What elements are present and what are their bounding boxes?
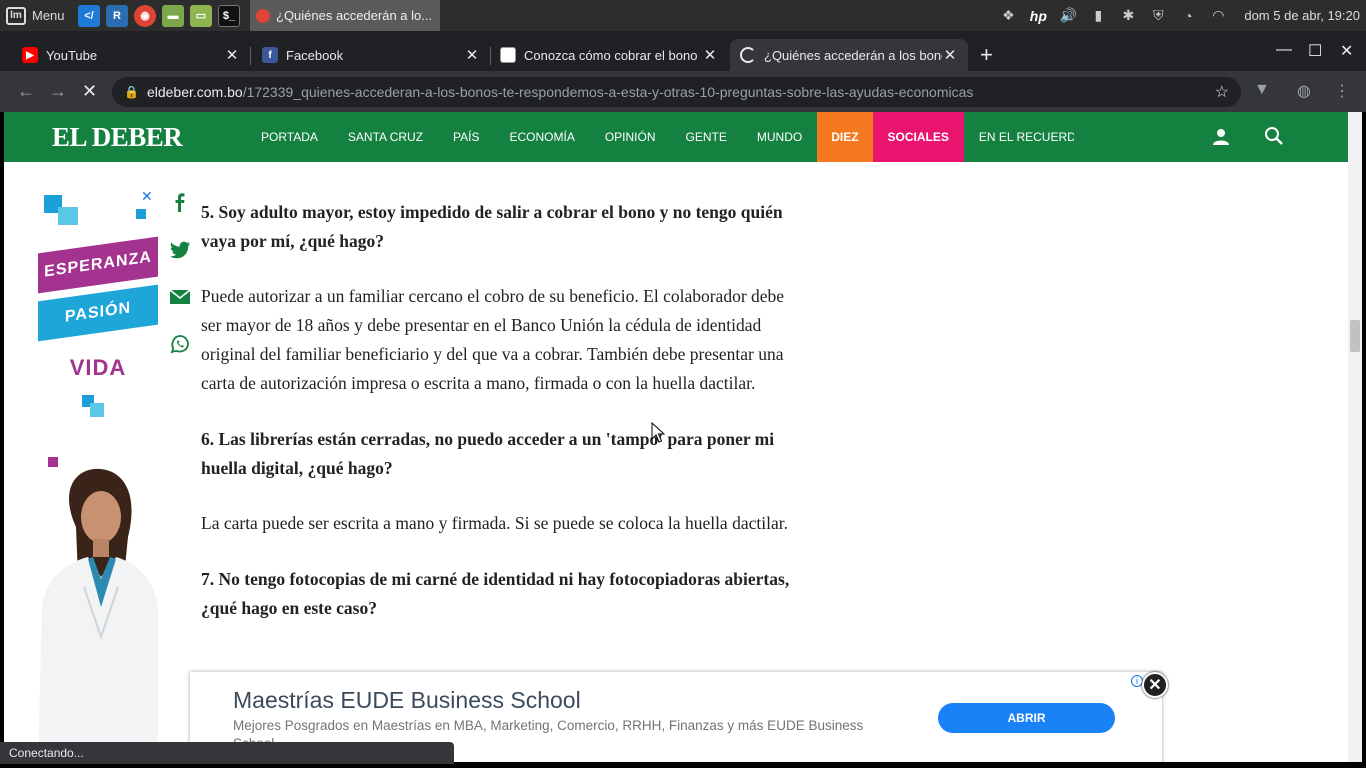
scrollbar-thumb[interactable] — [1350, 320, 1360, 352]
app-launcher-icon[interactable]: R — [106, 4, 128, 27]
ad-decoration — [90, 403, 104, 417]
profile-avatar[interactable]: ◍ — [1297, 81, 1311, 101]
close-tab-icon[interactable]: ✕ — [702, 46, 718, 64]
minimize-button[interactable]: — — [1276, 41, 1292, 59]
taskbar-window-button[interactable]: ¿Quiénes accederán a lo... — [250, 0, 440, 31]
tab-quienes-accederan[interactable]: ¿Quiénes accederán a los bono ✕ — [730, 39, 968, 71]
taskbar-window-title: ¿Quiénes accederán a lo... — [276, 8, 433, 23]
ad-decoration — [58, 207, 78, 225]
youtube-icon: ▶ — [22, 47, 38, 63]
user-icon[interactable] — [1212, 128, 1230, 146]
close-window-button[interactable]: ✕ — [1340, 41, 1353, 61]
ad-word-esperanza: ESPERANZA — [38, 236, 158, 294]
url-path: /172339_quienes-accederan-a-los-bonos-te… — [242, 84, 974, 100]
ad-decoration — [48, 457, 58, 467]
close-tab-icon[interactable]: ✕ — [464, 46, 480, 64]
tab-title: ¿Quiénes accederán a los bono — [764, 47, 942, 63]
answer-5: Puede autorizar a un familiar cercano el… — [201, 286, 785, 393]
vscode-launcher-icon[interactable]: </ — [78, 4, 100, 27]
menu-button[interactable]: lm Menu — [0, 6, 72, 25]
facebook-icon: f — [262, 47, 278, 63]
text-editor-launcher-icon[interactable]: ▬ — [162, 4, 184, 27]
mint-logo-icon: lm — [6, 6, 26, 25]
stop-loading-button[interactable]: ✕ — [82, 81, 97, 102]
maximize-button[interactable]: ☐ — [1308, 41, 1322, 61]
url-domain: eldeber.com.bo — [146, 84, 243, 100]
nav-links: PORTADA SANTA CRUZ PAÍS ECONOMÍA OPINIÓN… — [246, 112, 1074, 162]
forward-button[interactable]: → — [49, 81, 67, 102]
tab-title: Facebook — [286, 47, 344, 63]
clock[interactable]: dom 5 de abr, 19:20 — [1244, 8, 1360, 23]
tab-youtube[interactable]: ▶ YouTube ✕ — [12, 39, 250, 71]
battery-icon[interactable]: ▮ — [1088, 6, 1108, 26]
nav-economia[interactable]: ECONOMÍA — [495, 112, 590, 162]
nav-mundo[interactable]: MUNDO — [742, 112, 817, 162]
facebook-share-icon[interactable] — [168, 190, 192, 214]
tab-strip: ▶ YouTube ✕ f Facebook ✕ Conozca cómo co… — [0, 31, 1366, 71]
chrome-icon — [256, 8, 270, 23]
close-tab-icon[interactable]: ✕ — [942, 46, 958, 64]
browser-toolbar: ← → ✕ 🔒 eldeber.com.bo /172339_quienes-a… — [0, 71, 1366, 112]
ad-decoration — [136, 209, 146, 219]
page-viewport: EL DEBER PORTADA SANTA CRUZ PAÍS ECONOMÍ… — [4, 112, 1348, 762]
mouse-cursor-icon — [651, 422, 665, 443]
ad-doctor-image — [38, 468, 158, 762]
page-scrollbar[interactable] — [1348, 112, 1362, 762]
nav-en-el-recuerdo[interactable]: EN EL RECUERDO — [964, 112, 1074, 162]
nav-gente[interactable]: GENTE — [671, 112, 742, 162]
lock-icon[interactable]: 🔒 — [124, 85, 139, 99]
status-bar: Conectando... — [0, 742, 454, 764]
nav-portada[interactable]: PORTADA — [246, 112, 333, 162]
tab-conozca[interactable]: Conozca cómo cobrar el bono ✕ — [490, 39, 728, 71]
site-nav: EL DEBER PORTADA SANTA CRUZ PAÍS ECONOMÍ… — [4, 112, 1348, 162]
nav-opinion[interactable]: OPINIÓN — [590, 112, 671, 162]
whatsapp-share-icon[interactable] — [168, 332, 192, 356]
question-7: 7. No tengo fotocopias de mi carné de id… — [201, 569, 790, 618]
desktop-panel: lm Menu </ R ◉ ▬ ▭ $_ ¿Quiénes accederán… — [0, 0, 1366, 31]
ad-word-pasion: PASIÓN — [38, 284, 158, 342]
files-launcher-icon[interactable]: ▭ — [190, 4, 212, 27]
ad-close-icon[interactable]: ✕ — [141, 188, 153, 205]
extension-icon[interactable]: ▼ — [1254, 81, 1270, 99]
close-tab-icon[interactable]: ✕ — [224, 46, 240, 64]
chrome-menu-icon[interactable]: ⋮ — [1334, 81, 1350, 101]
answer-6: La carta puede ser escrita a mano y firm… — [201, 513, 788, 533]
volume-icon[interactable]: 🔊 — [1058, 6, 1078, 26]
new-tab-button[interactable]: + — [980, 44, 993, 66]
nav-sociales[interactable]: SOCIALES — [872, 112, 964, 162]
left-ad-banner[interactable]: ESPERANZA PASIÓN VIDA — [38, 187, 158, 762]
chrome-launcher-icon[interactable]: ◉ — [134, 4, 156, 27]
ad-title[interactable]: Maestrías EUDE Business School — [233, 687, 581, 714]
ad-open-button[interactable]: ABRIR — [938, 703, 1115, 733]
bookmark-star-icon[interactable]: ☆ — [1215, 82, 1229, 102]
nav-pais[interactable]: PAÍS — [438, 112, 494, 162]
update-clock-icon[interactable]: ◔ — [1178, 6, 1198, 26]
tab-facebook[interactable]: f Facebook ✕ — [252, 39, 490, 71]
email-share-icon[interactable] — [168, 285, 192, 309]
loading-icon — [740, 47, 756, 63]
menu-label: Menu — [32, 8, 65, 23]
wifi-icon[interactable]: ◠ — [1208, 6, 1228, 26]
terminal-launcher-icon[interactable]: $_ — [218, 4, 240, 27]
article-body: 5. Soy adulto mayor, estoy impedido de s… — [201, 198, 801, 649]
tab-title: YouTube — [46, 47, 98, 63]
twitter-share-icon[interactable] — [168, 238, 192, 262]
shield-icon[interactable]: ⛨ — [1148, 6, 1168, 26]
back-button[interactable]: ← — [17, 81, 35, 102]
search-icon[interactable] — [1264, 126, 1284, 146]
nav-santa-cruz[interactable]: SANTA CRUZ — [333, 112, 438, 162]
question-5: 5. Soy adulto mayor, estoy impedido de s… — [201, 202, 783, 251]
page-icon — [500, 47, 516, 63]
dropbox-icon[interactable]: ❖ — [998, 6, 1018, 26]
ad-close-button[interactable]: ✕ — [1142, 672, 1168, 698]
question-6: 6. Las librerías están cerradas, no pued… — [201, 429, 775, 478]
ad-word-vida: VIDA — [69, 355, 127, 380]
site-logo[interactable]: EL DEBER — [52, 122, 183, 153]
address-bar[interactable]: 🔒 eldeber.com.bo /172339_quienes-acceder… — [112, 77, 1241, 107]
hp-icon[interactable]: hp — [1028, 6, 1048, 26]
nav-diez[interactable]: DIEZ — [817, 112, 873, 162]
bluetooth-icon[interactable]: ✱ — [1118, 6, 1138, 26]
tab-title: Conozca cómo cobrar el bono — [524, 47, 698, 63]
